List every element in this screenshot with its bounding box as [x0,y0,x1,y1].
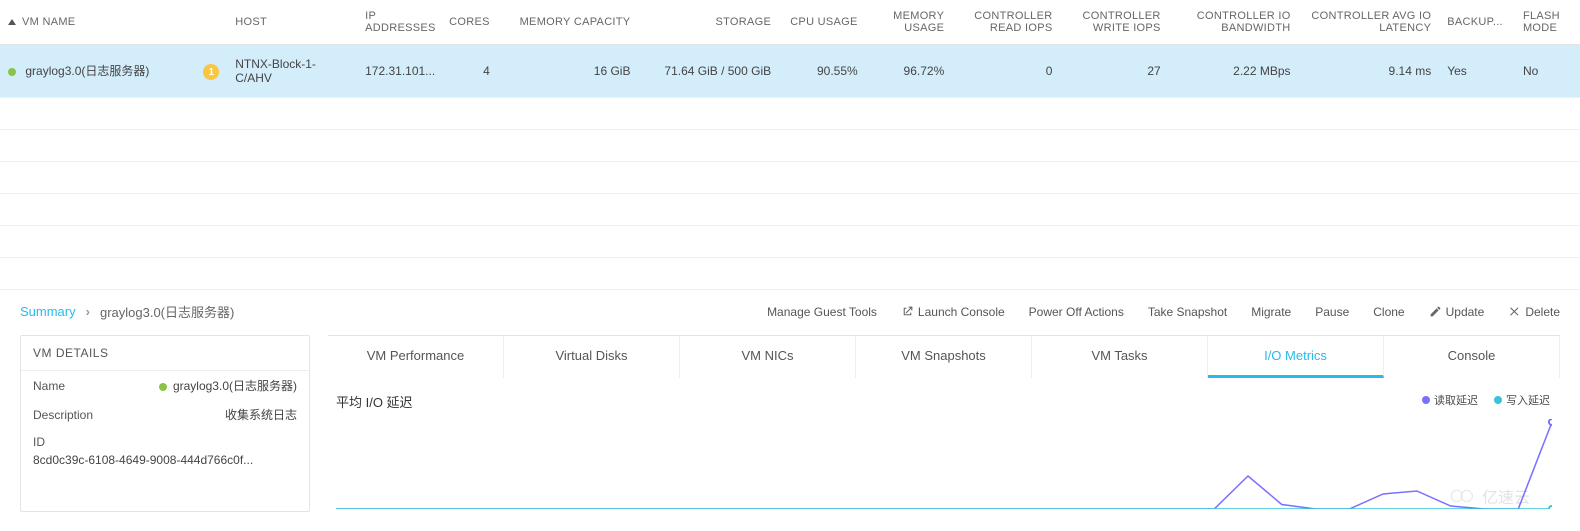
breadcrumb: Summary › graylog3.0(日志服务器) [20,302,234,321]
detail-id-value: 8cd0c39c-6108-4649-9008-444d766c0f... [33,453,297,467]
launch-console-label: Launch Console [918,305,1005,319]
legend-read-label: 读取延迟 [1434,392,1478,408]
migrate-button[interactable]: Migrate [1251,305,1291,319]
chart-legend: 读取延迟 写入延迟 [1422,392,1550,408]
cell-io-bw: 2.22 MBps [1169,45,1299,98]
vm-details-title: VM DETAILS [21,336,309,371]
col-write-iops[interactable]: CONTROLLER WRITE IOPS [1060,0,1168,45]
launch-icon [901,305,914,318]
table-row-empty [0,130,1580,162]
col-host[interactable]: HOST [227,0,357,45]
tab-vm-tasks[interactable]: VM Tasks [1032,336,1208,378]
legend-write-label: 写入延迟 [1506,392,1550,408]
legend-write: 写入延迟 [1494,392,1550,408]
col-io-bandwidth[interactable]: CONTROLLER IO BANDWIDTH [1169,0,1299,45]
detail-description: Description 收集系统日志 [21,400,309,429]
col-cpu-usage[interactable]: CPU USAGE [779,0,866,45]
cell-ip: 172.31.101... [357,45,438,98]
update-label: Update [1446,305,1485,319]
alert-badge[interactable]: 1 [203,64,219,80]
col-memory[interactable]: MEMORY CAPACITY [498,0,639,45]
actions-bar: Manage Guest Tools Launch Console Power … [767,305,1560,319]
tab-vm-nics[interactable]: VM NICs [680,336,856,378]
status-dot-icon [8,68,16,76]
cell-cores: 4 [438,45,498,98]
breadcrumb-current: graylog3.0(日志服务器) [100,302,234,321]
col-vm-name[interactable]: VM NAME [0,0,227,45]
col-backup[interactable]: BACKUP... [1439,0,1515,45]
update-button[interactable]: Update [1429,305,1485,319]
lower-area: VM DETAILS Name graylog3.0(日志服务器) Descri… [0,329,1580,512]
cell-memory-usage: 96.72% [866,45,953,98]
manage-guest-tools-button[interactable]: Manage Guest Tools [767,305,877,319]
x-icon [1508,305,1521,318]
detail-id-label: ID [33,435,45,449]
delete-button[interactable]: Delete [1508,305,1560,319]
table-row-empty [0,226,1580,258]
table-header-row: VM NAME HOST IP ADDRESSES CORES MEMORY C… [0,0,1580,45]
table-row-empty [0,162,1580,194]
col-ip[interactable]: IP ADDRESSES [357,0,438,45]
delete-label: Delete [1525,305,1560,319]
tab-io-metrics[interactable]: I/O Metrics [1208,336,1384,378]
latency-chart[interactable] [336,419,1552,509]
pause-button[interactable]: Pause [1315,305,1349,319]
clone-button[interactable]: Clone [1373,305,1404,319]
tab-vm-performance[interactable]: VM Performance [328,336,504,378]
watermark-text: 亿速云 [1482,484,1530,508]
cell-memory: 16 GiB [498,45,639,98]
power-off-button[interactable]: Power Off Actions [1029,305,1124,319]
breadcrumb-root[interactable]: Summary [20,304,76,319]
table-row-empty [0,98,1580,130]
table-row-empty [0,258,1580,290]
vm-details-panel: VM DETAILS Name graylog3.0(日志服务器) Descri… [20,335,310,512]
cell-backup: Yes [1439,45,1515,98]
chart-title: 平均 I/O 延迟 [336,392,1552,411]
vm-table: VM NAME HOST IP ADDRESSES CORES MEMORY C… [0,0,1580,290]
chart-area: 平均 I/O 延迟 读取延迟 写入延迟 亿速云 [328,378,1560,512]
sort-asc-icon [8,19,16,25]
detail-name: Name graylog3.0(日志服务器) [21,371,309,400]
col-storage[interactable]: STORAGE [638,0,779,45]
detail-name-text: graylog3.0(日志服务器) [173,379,297,393]
tab-vm-snapshots[interactable]: VM Snapshots [856,336,1032,378]
main-panel: VM Performance Virtual Disks VM NICs VM … [328,335,1560,512]
tab-console[interactable]: Console [1384,336,1560,378]
legend-read: 读取延迟 [1422,392,1478,408]
col-label: VM NAME [22,16,75,28]
cell-vm-name: graylog3.0(日志服务器) 1 [0,45,227,98]
detail-desc-value: 收集系统日志 [225,406,297,423]
col-read-iops[interactable]: CONTROLLER READ IOPS [952,0,1060,45]
vm-name-text: graylog3.0(日志服务器) [25,64,149,78]
detail-id: ID 8cd0c39c-6108-4649-9008-444d766c0f... [21,429,309,473]
chevron-right-icon: › [86,304,90,319]
detail-name-label: Name [33,379,65,393]
launch-console-button[interactable]: Launch Console [901,305,1005,319]
tab-virtual-disks[interactable]: Virtual Disks [504,336,680,378]
col-cores[interactable]: CORES [438,0,498,45]
col-memory-usage[interactable]: MEMORY USAGE [866,0,953,45]
cell-cpu-usage: 90.55% [779,45,866,98]
legend-dot-icon [1422,396,1430,404]
take-snapshot-button[interactable]: Take Snapshot [1148,305,1227,319]
legend-dot-icon [1494,396,1502,404]
detail-desc-label: Description [33,408,93,422]
detail-header: Summary › graylog3.0(日志服务器) Manage Guest… [0,290,1580,329]
cell-io-lat: 9.14 ms [1299,45,1440,98]
status-dot-icon [159,383,167,391]
table-row[interactable]: graylog3.0(日志服务器) 1 NTNX-Block-1-C/AHV 1… [0,45,1580,98]
tabs: VM Performance Virtual Disks VM NICs VM … [328,336,1560,378]
pencil-icon [1429,305,1442,318]
cell-storage: 71.64 GiB / 500 GiB [638,45,779,98]
watermark: 亿速云 [1448,484,1530,508]
detail-name-value: graylog3.0(日志服务器) [159,377,297,394]
cell-host: NTNX-Block-1-C/AHV [227,45,357,98]
table-row-empty [0,194,1580,226]
col-flash-mode[interactable]: FLASH MODE [1515,0,1580,45]
cell-write-iops: 27 [1060,45,1168,98]
cell-flash: No [1515,45,1580,98]
col-io-latency[interactable]: CONTROLLER AVG IO LATENCY [1299,0,1440,45]
cell-read-iops: 0 [952,45,1060,98]
